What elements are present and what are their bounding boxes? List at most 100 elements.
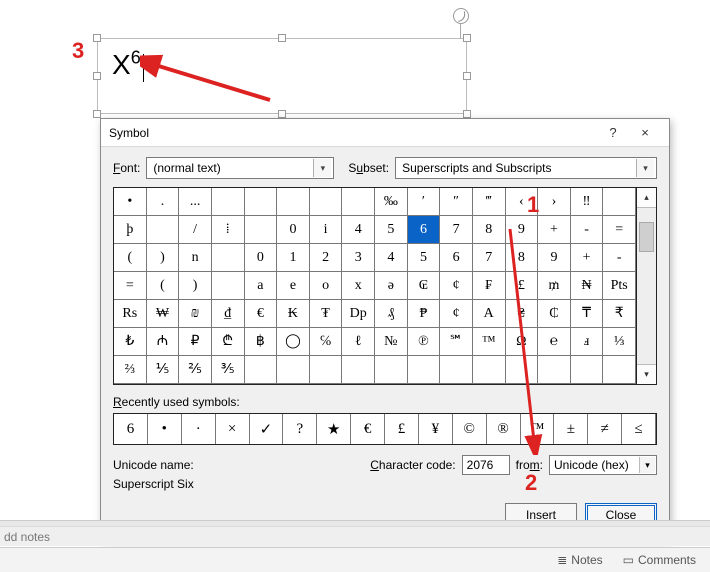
charcode-input[interactable]: 2076	[462, 455, 510, 475]
symbol-cell[interactable]: ₩	[147, 300, 180, 328]
symbol-cell[interactable]: ₾	[212, 328, 245, 356]
symbol-cell[interactable]	[310, 356, 343, 384]
symbol-cell[interactable]: +	[571, 244, 604, 272]
symbol-cell[interactable]: A	[473, 300, 506, 328]
symbol-cell[interactable]: ⁞	[212, 216, 245, 244]
symbol-cell[interactable]: ₹	[603, 300, 636, 328]
symbol-cell[interactable]: -	[571, 216, 604, 244]
recent-symbol-cell[interactable]: ·	[182, 414, 216, 444]
symbol-cell[interactable]: ₫	[212, 300, 245, 328]
symbol-cell[interactable]: ə	[375, 272, 408, 300]
resize-handle[interactable]	[463, 110, 471, 118]
symbol-cell[interactable]	[277, 188, 310, 216]
symbol-cell[interactable]: ₰	[375, 300, 408, 328]
symbol-cell[interactable]: ⅔	[114, 356, 147, 384]
scroll-up-icon[interactable]: ▴	[637, 188, 656, 208]
symbol-cell[interactable]: ⅗	[212, 356, 245, 384]
symbol-cell[interactable]: 4	[375, 244, 408, 272]
symbol-cell[interactable]: 9	[506, 216, 539, 244]
symbol-cell[interactable]: =	[603, 216, 636, 244]
symbol-cell[interactable]	[310, 188, 343, 216]
recent-symbol-cell[interactable]: ≠	[588, 414, 622, 444]
symbol-cell[interactable]	[277, 356, 310, 384]
recent-symbol-cell[interactable]: ✓	[250, 414, 284, 444]
symbol-cell[interactable]: ›	[538, 188, 571, 216]
symbol-cell[interactable]: ⅓	[603, 328, 636, 356]
recent-symbol-cell[interactable]: ≤	[622, 414, 656, 444]
recent-symbol-cell[interactable]: €	[351, 414, 385, 444]
symbol-cell[interactable]: 8	[506, 244, 539, 272]
recent-symbol-cell[interactable]: •	[148, 414, 182, 444]
symbol-cell[interactable]: 7	[473, 244, 506, 272]
recent-symbol-cell[interactable]: ?	[283, 414, 317, 444]
recent-symbol-cell[interactable]: ®	[487, 414, 521, 444]
symbol-cell[interactable]: ₸	[571, 300, 604, 328]
symbol-cell[interactable]: №	[375, 328, 408, 356]
resize-handle[interactable]	[93, 34, 101, 42]
notes-button[interactable]: ≣ Notes	[557, 553, 602, 567]
symbol-cell[interactable]: ₢	[408, 272, 441, 300]
font-select[interactable]: (normal text) ▾	[146, 157, 334, 179]
symbol-cell[interactable]: ⅕	[147, 356, 180, 384]
symbol-cell[interactable]: o	[310, 272, 343, 300]
dialog-titlebar[interactable]: Symbol ? ×	[101, 119, 669, 147]
symbol-cell[interactable]	[147, 216, 180, 244]
symbol-cell[interactable]: 9	[538, 244, 571, 272]
from-select[interactable]: Unicode (hex) ▾	[549, 455, 657, 475]
symbol-cell[interactable]	[440, 356, 473, 384]
comments-button[interactable]: ▭ Comments	[623, 553, 696, 567]
symbol-cell[interactable]: e	[277, 272, 310, 300]
symbol-cell[interactable]	[375, 356, 408, 384]
symbol-cell[interactable]: a	[245, 272, 278, 300]
symbol-cell[interactable]: )	[147, 244, 180, 272]
symbol-cell[interactable]	[408, 356, 441, 384]
symbol-cell[interactable]: 8	[473, 216, 506, 244]
symbol-cell[interactable]: £	[506, 272, 539, 300]
symbol-cell[interactable]: Rs	[114, 300, 147, 328]
resize-handle[interactable]	[463, 34, 471, 42]
symbol-cell[interactable]: þ	[114, 216, 147, 244]
symbol-cell[interactable]: ℠	[440, 328, 473, 356]
symbol-cell[interactable]: ₵	[538, 300, 571, 328]
symbol-cell[interactable]: ₦	[571, 272, 604, 300]
symbol-cell[interactable]: Pts	[603, 272, 636, 300]
symbol-cell[interactable]	[538, 356, 571, 384]
resize-handle[interactable]	[93, 110, 101, 118]
symbol-cell[interactable]: -	[603, 244, 636, 272]
symbol-cell[interactable]: 5	[375, 216, 408, 244]
symbol-cell[interactable]: ...	[179, 188, 212, 216]
recent-symbol-cell[interactable]: ©	[453, 414, 487, 444]
recent-symbol-cell[interactable]: ™	[521, 414, 555, 444]
recent-symbol-cell[interactable]: ★	[317, 414, 351, 444]
help-button[interactable]: ?	[597, 119, 629, 146]
symbol-cell[interactable]: •	[114, 188, 147, 216]
symbol-cell[interactable]: 3	[342, 244, 375, 272]
symbol-cell[interactable]: (	[147, 272, 180, 300]
symbol-cell[interactable]: ₥	[538, 272, 571, 300]
symbol-cell[interactable]: ¢	[440, 272, 473, 300]
notes-area[interactable]: dd notes	[0, 526, 710, 546]
symbol-cell[interactable]: )	[179, 272, 212, 300]
symbol-cell[interactable]: ₱	[408, 300, 441, 328]
symbol-cell[interactable]: 7	[440, 216, 473, 244]
symbol-cell[interactable]: ℮	[538, 328, 571, 356]
symbol-cell[interactable]: ◯	[277, 328, 310, 356]
symbol-cell[interactable]: =	[114, 272, 147, 300]
recent-symbol-cell[interactable]: 6	[114, 414, 148, 444]
symbol-cell[interactable]: ′	[408, 188, 441, 216]
symbol-cell[interactable]	[506, 356, 539, 384]
text-content[interactable]: X6	[98, 39, 466, 90]
subset-select[interactable]: Superscripts and Subscripts ▾	[395, 157, 657, 179]
symbol-cell[interactable]: ₪	[179, 300, 212, 328]
symbol-cell[interactable]	[212, 272, 245, 300]
symbol-cell[interactable]	[245, 216, 278, 244]
symbol-cell[interactable]: .	[147, 188, 180, 216]
symbol-cell[interactable]	[342, 188, 375, 216]
symbol-cell[interactable]: ℓ	[342, 328, 375, 356]
recent-symbol-cell[interactable]: ×	[216, 414, 250, 444]
recent-symbol-cell[interactable]: £	[385, 414, 419, 444]
symbol-cell[interactable]	[245, 188, 278, 216]
symbol-cell[interactable]	[342, 356, 375, 384]
rotate-handle-icon[interactable]	[453, 8, 469, 24]
symbol-cell[interactable]: 0	[245, 244, 278, 272]
